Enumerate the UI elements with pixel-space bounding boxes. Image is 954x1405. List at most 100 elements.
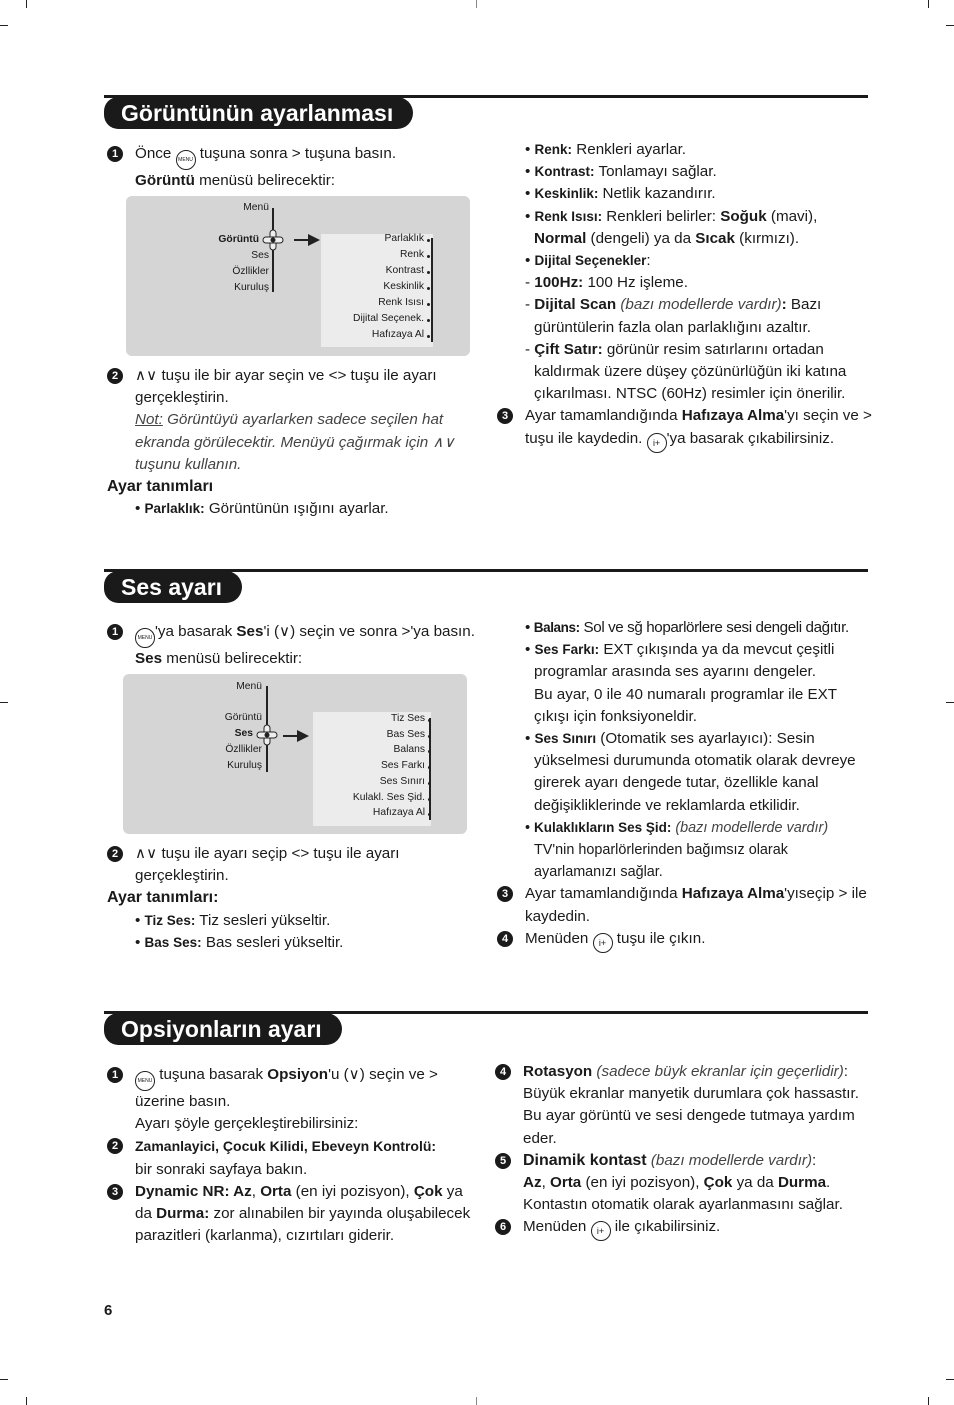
section-options: Opsiyonların ayarı bbox=[104, 1011, 868, 1051]
def-balance: • Balans: Sol ve sğ hoparlörlere sesi de… bbox=[525, 619, 849, 636]
step-number: 1 bbox=[107, 624, 123, 640]
step-2: 2 ∧∨ tuşu ile bir ayar seçin ve <> tuşu … bbox=[107, 365, 487, 476]
submenu-item: Ses Sınırı bbox=[379, 775, 425, 787]
submenu-dot bbox=[427, 287, 430, 290]
crop-mark bbox=[0, 25, 8, 26]
menu-button-icon: MENU bbox=[175, 150, 196, 170]
crop-mark bbox=[0, 702, 8, 703]
submenu-dot bbox=[427, 319, 430, 322]
section-title: Opsiyonların ayarı bbox=[104, 1013, 342, 1045]
def-sharpness: • Keskinlik: Netlik kazandırır. bbox=[525, 185, 716, 203]
joystick-icon bbox=[262, 229, 284, 251]
step-2: 2 Zamanlayici, Çocuk Kilidi, Ebeveyn Kon… bbox=[107, 1135, 482, 1180]
definitions-heading: Ayar tanımları bbox=[107, 478, 214, 496]
crop-mark bbox=[946, 702, 954, 703]
menu-item-install: Kuruluş bbox=[227, 760, 262, 771]
arrow-icon bbox=[294, 234, 320, 246]
step-number: 1 bbox=[107, 1067, 123, 1083]
step-1: 1 MENU tuşuna basarak Opsiyon'u (∨) seçi… bbox=[107, 1064, 482, 1135]
submenu-dot bbox=[427, 239, 430, 242]
definitions-heading: Ayar tanımları: bbox=[107, 889, 219, 907]
picture-menu-diagram: Menü Görüntü Ses Özllikler Kuruluş Parla… bbox=[126, 196, 470, 356]
menu-item-picture: Görüntü bbox=[218, 234, 259, 245]
def-contrast: • Kontrast: Tonlamayı sağlar. bbox=[525, 163, 717, 181]
def-digital-scan: - Dijital Scan (bazı modellerde vardır):… bbox=[525, 296, 822, 336]
def-headphone-volume: • Kulaklıkların Ses Şid: (bazı modellerd… bbox=[525, 819, 829, 881]
def-digital-options: • Dijital Seçenekler: bbox=[525, 252, 651, 270]
sound-menu-diagram: Menü Görüntü Ses Özllikler Kuruluş Tiz S… bbox=[123, 674, 467, 834]
step-1: 1 Önce MENU tuşuna sonra > tuşuna basın.… bbox=[107, 143, 482, 192]
step-3: 3 Ayar tamamlandığında Hafızaya Alma'yıs… bbox=[497, 883, 872, 927]
step-number: 2 bbox=[107, 846, 123, 862]
section-title: Ses ayarı bbox=[104, 571, 243, 603]
submenu-dot bbox=[428, 734, 431, 738]
crop-mark bbox=[946, 25, 954, 26]
picture-left-column-2: 2 ∧∨ tuşu ile bir ayar seçin ve <> tuşu … bbox=[107, 365, 487, 520]
menu-item-menu: Menü bbox=[243, 202, 269, 213]
submenu-dot bbox=[427, 303, 430, 306]
picture-right-column: • Renk: Renkleri ayarlar. • Kontrast: To… bbox=[497, 139, 872, 453]
section-sound: Ses ayarı bbox=[104, 569, 868, 609]
step-3: 3 Dynamic NR: Az, Orta (en iyi pozisyon)… bbox=[107, 1181, 482, 1248]
crop-mark bbox=[476, 0, 477, 8]
crop-mark bbox=[26, 1397, 27, 1405]
crop-mark bbox=[928, 1397, 929, 1405]
submenu-item: Dijital Seçenek. bbox=[353, 313, 424, 324]
submenu-dot bbox=[427, 255, 430, 258]
exit-button-icon: i+ bbox=[646, 432, 667, 453]
menu-button-icon: MENU bbox=[135, 1071, 155, 1091]
submenu-dot bbox=[427, 271, 430, 274]
submenu-item: Balans bbox=[393, 744, 425, 756]
submenu-item: Parlaklık bbox=[384, 233, 424, 244]
exit-button-icon: i+ bbox=[592, 932, 613, 953]
submenu-item: Bas Ses bbox=[386, 728, 425, 740]
arrow-icon bbox=[283, 730, 309, 742]
step-number: 5 bbox=[495, 1152, 511, 1169]
step-number: 3 bbox=[497, 408, 513, 425]
joystick-icon bbox=[256, 724, 278, 746]
submenu-item: Kulakl. Ses Şid. bbox=[352, 791, 425, 803]
menu-item-sound: Ses bbox=[234, 728, 253, 739]
step-number: 3 bbox=[107, 1183, 123, 1200]
section-picture: Görüntünün ayarlanması bbox=[104, 95, 868, 135]
submenu-item: Renk Isısı bbox=[378, 297, 424, 308]
step-number: 1 bbox=[107, 146, 123, 162]
submenu-item: Hafızaya Al bbox=[371, 329, 424, 340]
def-100hz: - 100Hz: 100 Hz işleme. bbox=[525, 274, 688, 292]
sound-left-column-2: 2 ∧∨ tuşu ile ayarı seçip <> tuşu ile ay… bbox=[107, 843, 487, 954]
submenu-dot bbox=[427, 335, 430, 338]
step-4: 4 Menüden i+ tuşu ile çıkın. bbox=[497, 928, 872, 953]
sound-left-column: 1 MENU'ya basarak Ses'i (∨) seçin ve son… bbox=[107, 621, 482, 670]
submenu-item: Ses Farkı bbox=[380, 760, 425, 772]
submenu-dot bbox=[428, 719, 431, 722]
crop-mark bbox=[26, 0, 27, 8]
page-number: 6 bbox=[104, 1302, 113, 1319]
step-number: 3 bbox=[497, 886, 513, 903]
def-brightness: • Parlaklık: Görüntünün ışığını ayarlar. bbox=[135, 500, 389, 518]
menu-item-picture: Görüntü bbox=[224, 712, 262, 723]
exit-button-icon: i+ bbox=[590, 1221, 611, 1242]
options-right-column: 4 Rotasyon (sadece büyk ekranlar için ge… bbox=[495, 1061, 870, 1242]
def-treble: • Tiz Ses: Tiz sesleri yükseltir. bbox=[135, 911, 331, 929]
note-label: Not: bbox=[135, 411, 163, 429]
submenu-item: Keskinlik bbox=[383, 281, 424, 292]
step-1: 1 MENU'ya basarak Ses'i (∨) seçin ve son… bbox=[107, 621, 482, 670]
submenu-dot bbox=[428, 781, 431, 785]
def-volume-limit: • Ses Sınırı (Otomatik ses ayarlayıcı): … bbox=[525, 730, 856, 814]
step-number: 2 bbox=[107, 1138, 123, 1155]
def-volume-diff: • Ses Farkı: EXT çıkışında ya da mevcut … bbox=[525, 641, 837, 725]
step-number: 2 bbox=[107, 368, 123, 384]
submenu-item: Kontrast bbox=[385, 265, 424, 276]
step-5: 5 Dinamik kontast (bazı modellerde vardı… bbox=[495, 1150, 870, 1217]
submenu-line bbox=[431, 238, 433, 342]
section-title: Görüntünün ayarlanması bbox=[104, 97, 414, 129]
menu-item-sound: Ses bbox=[251, 250, 269, 261]
menu-item-menu: Menü bbox=[236, 681, 262, 692]
picture-left-column: 1 Önce MENU tuşuna sonra > tuşuna basın.… bbox=[107, 143, 482, 192]
submenu-item: Hafızaya Al bbox=[372, 807, 425, 819]
crop-mark bbox=[946, 1379, 954, 1380]
menu-button-icon: MENU bbox=[135, 628, 155, 648]
def-color: • Renk: Renkleri ayarlar. bbox=[525, 141, 687, 158]
menu-item-install: Kuruluş bbox=[234, 282, 269, 293]
submenu-item: Renk bbox=[399, 249, 424, 260]
